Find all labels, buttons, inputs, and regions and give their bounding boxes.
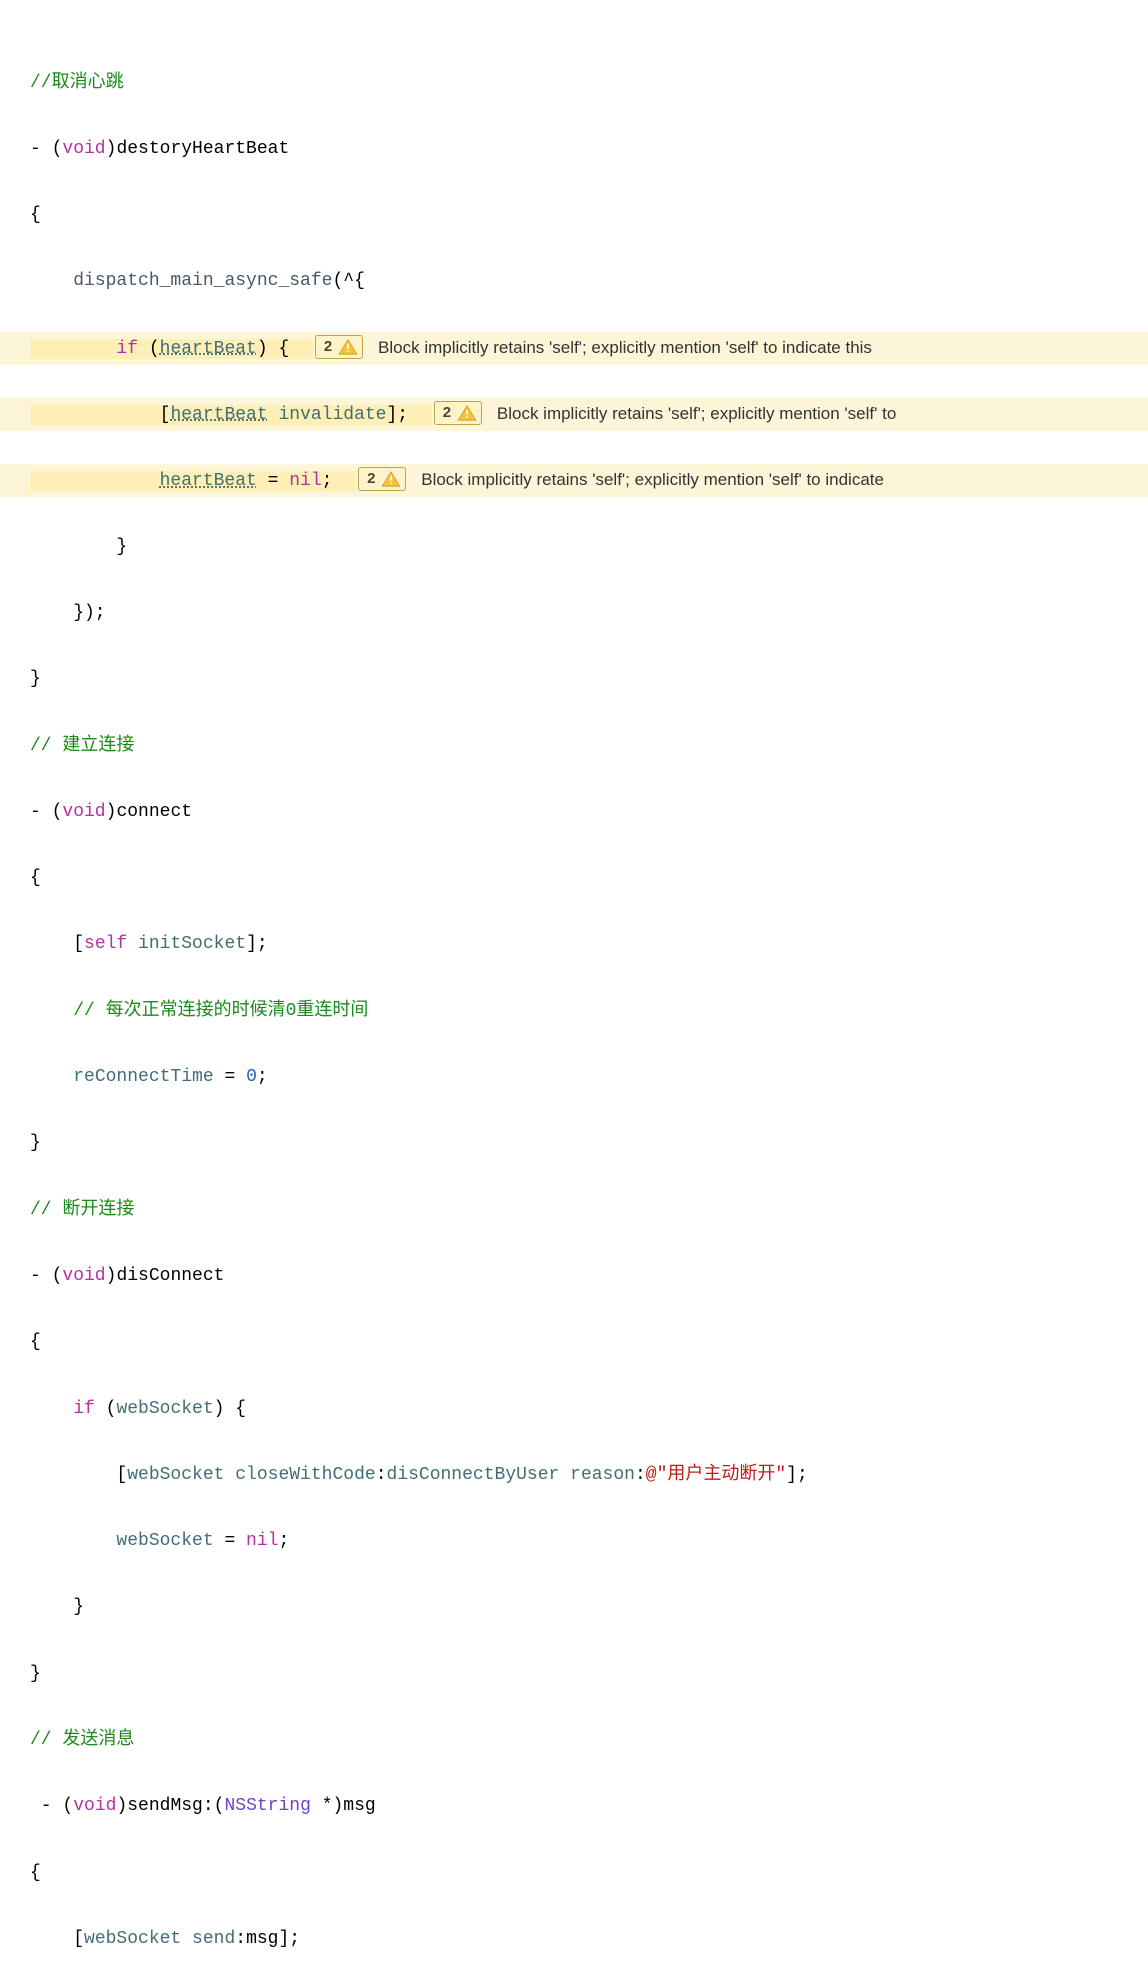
warning-count: 2 [359,465,381,493]
code-line: //取消心跳 [30,67,1148,100]
ivar-heartbeat: heartBeat [160,471,257,491]
warning-icon [381,471,401,487]
comment: //取消心跳 [30,73,124,93]
code-line: { [30,1326,1148,1359]
code-line: // 发送消息 [30,1724,1148,1757]
code-line: - (void)connect [30,796,1148,829]
code-line: } [30,1127,1148,1160]
code-line: }); [30,597,1148,630]
warning-message: Block implicitly retains 'self'; explici… [421,470,884,489]
code-line: - (void)disConnect [30,1260,1148,1293]
warning-count: 2 [316,333,338,361]
code-line-warning[interactable]: heartBeat = nil; 2 Block implicitly reta… [30,464,1148,497]
code-line: } [30,1591,1148,1624]
code-line: [webSocket closeWithCode:disConnectByUse… [30,1459,1148,1492]
comment: // 断开连接 [30,1200,134,1220]
code-line: // 每次正常连接的时候清0重连时间 [30,995,1148,1028]
code-editor[interactable]: //取消心跳 - (void)destoryHeartBeat { dispat… [0,0,1148,1968]
code-line: } [30,1658,1148,1691]
code-line: } [30,663,1148,696]
code-line: // 断开连接 [30,1194,1148,1227]
ivar-heartbeat: heartBeat [170,405,267,425]
code-line: { [30,862,1148,895]
code-line: [self initSocket]; [30,928,1148,961]
code-line: } [30,531,1148,564]
warning-badge[interactable]: 2 [358,467,406,491]
warning-badge[interactable]: 2 [434,401,482,425]
code-line: // 建立连接 [30,730,1148,763]
code-line: webSocket = nil; [30,1525,1148,1558]
code-line-warning[interactable]: if (heartBeat) { 2 Block implicitly reta… [30,332,1148,365]
comment: // 发送消息 [30,1730,134,1750]
code-line-warning[interactable]: [heartBeat invalidate]; 2 Block implicit… [30,398,1148,431]
warning-message: Block implicitly retains 'self'; explici… [378,338,872,357]
comment: // 每次正常连接的时候清0重连时间 [73,1001,368,1021]
code-line: reConnectTime = 0; [30,1061,1148,1094]
warning-icon [338,339,358,355]
code-line: - (void)sendMsg:(NSString *)msg [30,1790,1148,1823]
ivar-heartbeat: heartBeat [160,339,257,359]
warning-icon [457,405,477,421]
code-line: { [30,199,1148,232]
warning-count: 2 [435,399,457,427]
code-line: [webSocket send:msg]; [30,1923,1148,1956]
warning-badge[interactable]: 2 [315,335,363,359]
code-line: dispatch_main_async_safe(^{ [30,265,1148,298]
code-line: if (webSocket) { [30,1393,1148,1426]
warning-message: Block implicitly retains 'self'; explici… [497,404,896,423]
code-line: - (void)destoryHeartBeat [30,133,1148,166]
code-line: { [30,1857,1148,1890]
comment: // 建立连接 [30,736,134,756]
